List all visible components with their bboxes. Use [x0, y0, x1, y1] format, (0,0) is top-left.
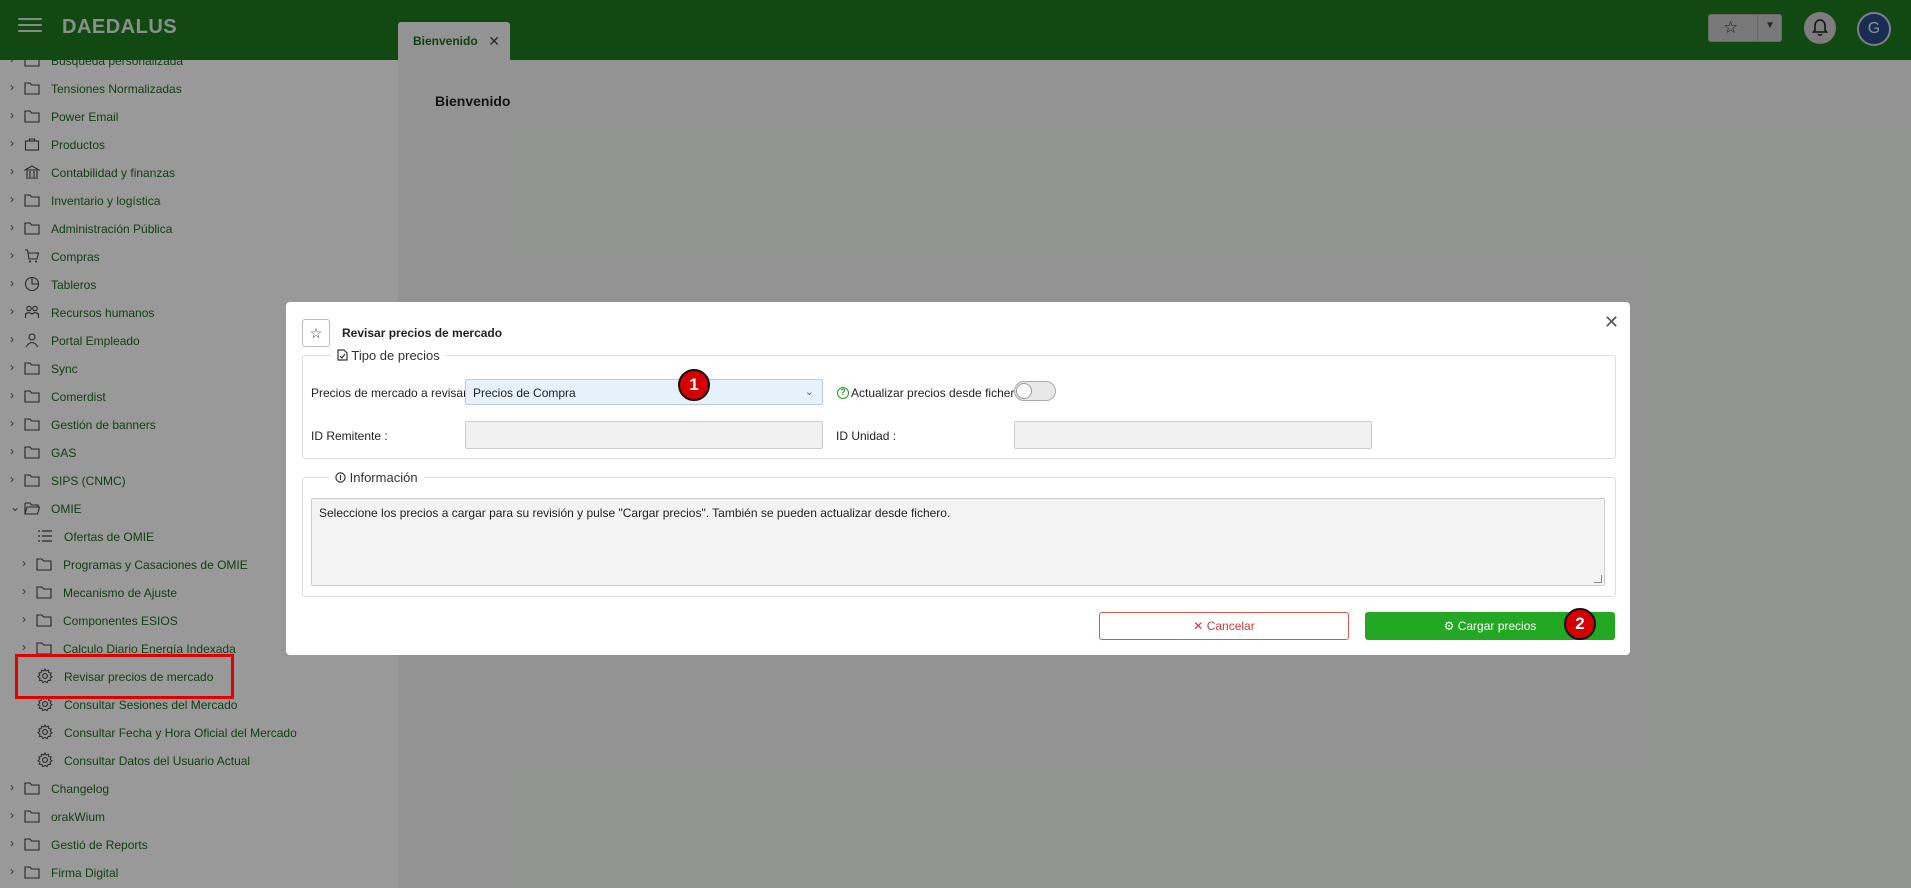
section-legend: Tipo de precios — [331, 348, 446, 363]
annotation-badge-2: 2 — [1564, 608, 1596, 640]
info-text: Seleccione los precios a cargar para su … — [319, 506, 951, 520]
highlight-annotation — [15, 654, 234, 699]
info-textarea[interactable]: Seleccione los precios a cargar para su … — [311, 498, 1605, 586]
close-icon: ✕ — [1193, 619, 1204, 633]
close-icon[interactable]: ✕ — [1604, 312, 1619, 333]
help-icon[interactable]: ? — [837, 387, 849, 399]
chevron-down-icon: ⌄ — [804, 386, 814, 398]
cancel-label: Cancelar — [1206, 619, 1255, 633]
toggle-knob — [1016, 383, 1032, 399]
section-legend-text: Información — [349, 470, 418, 485]
dialog-title: Revisar precios de mercado — [342, 326, 503, 340]
section-legend: Información — [329, 470, 424, 485]
actualizar-label: Actualizar precios desde fichero : — [851, 386, 1028, 400]
annotation-badge-1: 1 — [678, 369, 710, 401]
precios-select-value: Precios de Compra — [473, 386, 576, 400]
remitente-input[interactable] — [465, 421, 823, 449]
cancel-button[interactable]: ✕ Cancelar — [1099, 612, 1349, 640]
remitente-label: ID Remitente : — [311, 429, 388, 443]
precios-select[interactable]: Precios de Compra ⌄ — [465, 379, 823, 405]
load-label: Cargar precios — [1457, 619, 1537, 633]
info-icon — [335, 472, 346, 483]
unidad-input[interactable] — [1014, 421, 1372, 449]
favorite-star-button[interactable]: ☆ — [302, 319, 330, 347]
market-prices-dialog: ☆ Revisar precios de mercado ✕ Tipo de p… — [286, 302, 1630, 655]
precios-label: Precios de mercado a revisar : — [311, 386, 474, 400]
informacion-section: Información Seleccione los precios a car… — [302, 470, 1616, 597]
unidad-label: ID Unidad : — [836, 429, 897, 443]
file-icon — [337, 349, 348, 361]
actualizar-toggle[interactable] — [1014, 381, 1056, 401]
gear-icon: ⚙ — [1443, 619, 1455, 633]
tipo-precios-section: Tipo de precios Precios de mercado a rev… — [302, 348, 1616, 459]
section-legend-text: Tipo de precios — [351, 348, 440, 363]
resize-handle[interactable] — [1594, 575, 1602, 583]
